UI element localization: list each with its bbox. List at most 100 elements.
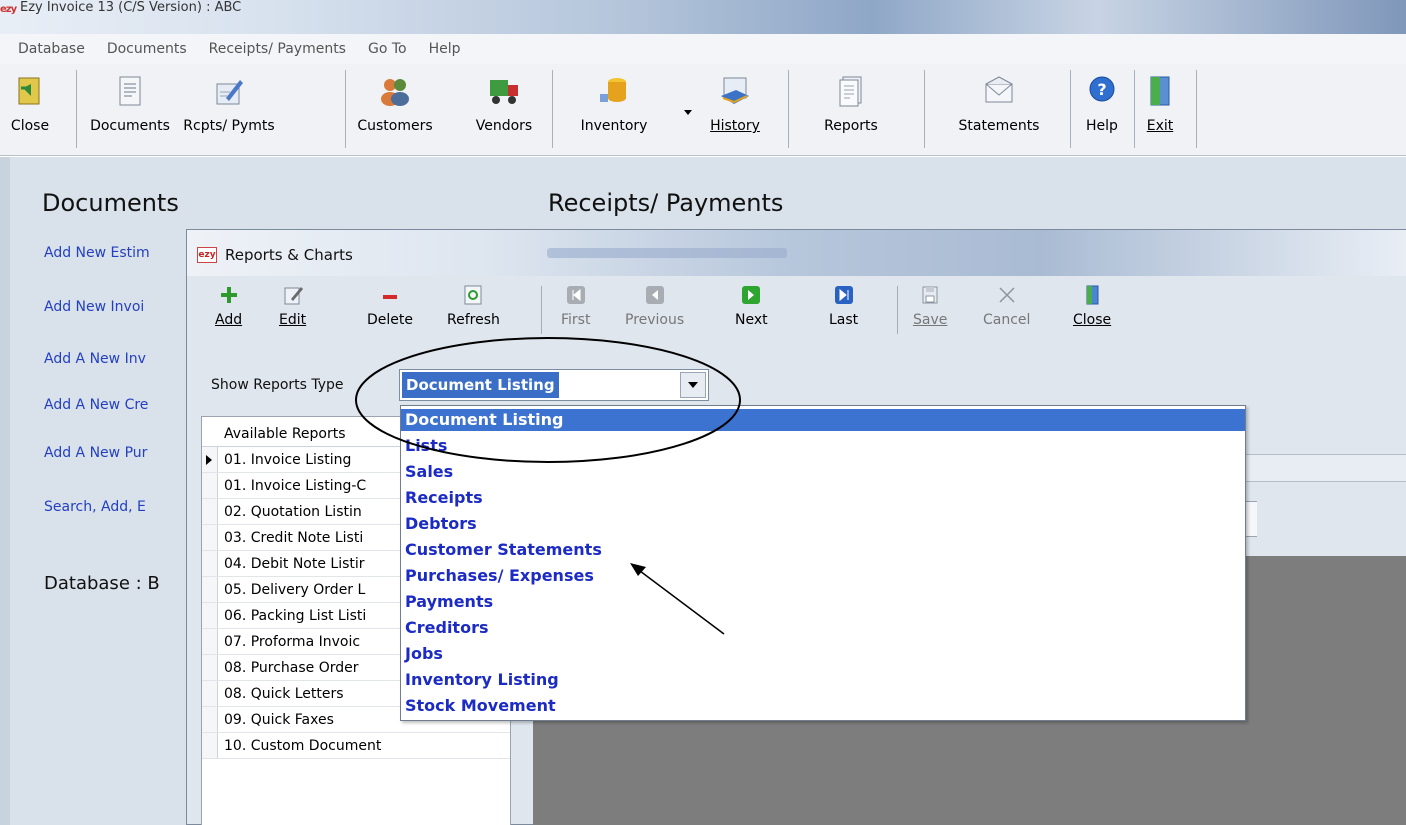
dialog-title: Reports & Charts bbox=[225, 246, 353, 264]
show-reports-type-label: Show Reports Type bbox=[211, 377, 344, 393]
first-button[interactable]: First bbox=[561, 284, 590, 328]
dialog-titlebar: ezy Reports & Charts bbox=[187, 230, 1406, 276]
menu-go-to[interactable]: Go To bbox=[368, 41, 407, 57]
toolbar-separator bbox=[1196, 70, 1197, 148]
previous-record-icon bbox=[645, 286, 664, 304]
menu-receipts-payments[interactable]: Receipts/ Payments bbox=[209, 41, 346, 57]
dialog-toolbar-separator bbox=[897, 286, 898, 334]
plus-icon bbox=[220, 287, 237, 303]
add-button[interactable]: Add bbox=[215, 284, 242, 328]
option-payments[interactable]: Payments bbox=[405, 591, 493, 613]
delete-button[interactable]: Delete bbox=[367, 284, 413, 328]
dialog-close-button[interactable]: Close bbox=[1073, 284, 1111, 328]
database-label: Database : B bbox=[44, 573, 160, 594]
option-document-listing[interactable]: Document Listing bbox=[401, 409, 1245, 431]
cancel-button[interactable]: Cancel bbox=[983, 284, 1030, 328]
dialog-title-blur bbox=[547, 248, 787, 258]
search-add-edit-link[interactable]: Search, Add, E bbox=[44, 499, 146, 515]
option-sales[interactable]: Sales bbox=[405, 461, 453, 483]
toolbar-separator bbox=[788, 70, 789, 148]
option-customer-statements[interactable]: Customer Statements bbox=[405, 539, 602, 561]
reports-type-combobox[interactable]: Document Listing bbox=[399, 369, 709, 401]
dialog-toolbar-separator bbox=[541, 286, 542, 334]
inventory-button[interactable]: Inventory bbox=[566, 64, 662, 154]
add-new-inventory-link[interactable]: Add A New Inv bbox=[44, 351, 146, 367]
next-button[interactable]: Next bbox=[735, 284, 768, 328]
pen-paper-icon bbox=[216, 80, 243, 105]
close-door-icon bbox=[1086, 285, 1099, 305]
current-row-pointer-icon bbox=[206, 455, 212, 465]
reports-button[interactable]: Reports bbox=[810, 64, 892, 154]
cancel-x-icon bbox=[999, 287, 1015, 303]
add-new-invoice-link[interactable]: Add New Invoi bbox=[44, 299, 144, 315]
history-book-icon bbox=[721, 77, 749, 104]
option-debtors[interactable]: Debtors bbox=[405, 513, 477, 535]
toolbar-separator bbox=[552, 70, 553, 148]
save-button[interactable]: Save bbox=[913, 284, 947, 328]
reports-type-value: Document Listing bbox=[402, 372, 559, 398]
documents-button[interactable]: Documents bbox=[88, 64, 172, 154]
receipts-payments-button[interactable]: Rcpts/ Pymts bbox=[180, 64, 278, 154]
reports-type-dropdown-list: Document Listing Lists Sales Receipts De… bbox=[400, 405, 1246, 721]
add-new-purchase-link[interactable]: Add A New Pur bbox=[44, 445, 147, 461]
inventory-stack-icon bbox=[600, 78, 626, 102]
option-stock-movement[interactable]: Stock Movement bbox=[405, 695, 556, 717]
help-button[interactable]: ? Help bbox=[1076, 64, 1128, 154]
dialog-toolbar: Add Edit Delete Refresh First Previous N… bbox=[197, 280, 1397, 346]
next-record-icon bbox=[742, 286, 761, 304]
previous-button[interactable]: Previous bbox=[625, 284, 684, 328]
document-icon bbox=[119, 76, 141, 106]
refresh-button[interactable]: Refresh bbox=[447, 284, 500, 328]
option-inventory-listing[interactable]: Inventory Listing bbox=[405, 669, 559, 691]
toolbar-separator bbox=[76, 70, 77, 148]
exit-door-icon bbox=[1150, 76, 1170, 106]
add-new-credit-link[interactable]: Add A New Cre bbox=[44, 397, 148, 413]
save-disk-icon bbox=[922, 286, 938, 304]
last-record-icon bbox=[834, 286, 853, 304]
documents-heading: Documents bbox=[42, 189, 179, 217]
option-jobs[interactable]: Jobs bbox=[405, 643, 443, 665]
toolbar-separator bbox=[924, 70, 925, 148]
last-button[interactable]: Last bbox=[829, 284, 858, 328]
menu-database[interactable]: Database bbox=[18, 41, 85, 57]
first-record-icon bbox=[566, 286, 585, 304]
menu-documents[interactable]: Documents bbox=[107, 41, 187, 57]
history-button[interactable]: History bbox=[700, 64, 770, 154]
envelope-icon bbox=[985, 76, 1013, 103]
svg-text:?: ? bbox=[1097, 80, 1106, 99]
window-title: Ezy Invoice 13 (C/S Version) : ABC bbox=[20, 0, 242, 15]
option-purchases-expenses[interactable]: Purchases/ Expenses bbox=[405, 565, 594, 587]
option-receipts[interactable]: Receipts bbox=[405, 487, 483, 509]
add-new-estimate-link[interactable]: Add New Estim bbox=[44, 245, 150, 261]
app-logo-icon: ezy bbox=[0, 4, 17, 15]
close-button[interactable]: Close bbox=[2, 64, 58, 154]
dialog-app-icon: ezy bbox=[197, 247, 217, 263]
customers-icon bbox=[381, 79, 409, 106]
chevron-down-icon bbox=[688, 382, 698, 388]
window-titlebar: ezy Ezy Invoice 13 (C/S Version) : ABC bbox=[0, 0, 1406, 34]
toolbar-separator bbox=[1070, 70, 1071, 148]
close-door-icon bbox=[18, 77, 40, 105]
toolbar-separator bbox=[345, 70, 346, 148]
exit-button[interactable]: Exit bbox=[1138, 64, 1182, 154]
menu-help[interactable]: Help bbox=[429, 41, 461, 57]
toolbar-separator bbox=[1134, 70, 1135, 148]
combo-dropdown-button[interactable] bbox=[680, 372, 706, 398]
statements-button[interactable]: Statements bbox=[940, 64, 1058, 154]
reports-icon bbox=[839, 76, 862, 107]
vendors-button[interactable]: Vendors bbox=[462, 64, 546, 154]
option-creditors[interactable]: Creditors bbox=[405, 617, 488, 639]
receipts-payments-heading: Receipts/ Payments bbox=[548, 189, 784, 217]
inventory-dropdown-arrow-icon[interactable] bbox=[684, 110, 692, 115]
truck-icon bbox=[490, 80, 518, 104]
customers-button[interactable]: Customers bbox=[352, 64, 438, 154]
main-toolbar: Close Documents Rcpts/ Pymts Customers V… bbox=[0, 64, 1406, 156]
refresh-icon bbox=[464, 285, 482, 305]
minus-icon bbox=[383, 295, 397, 299]
edit-button[interactable]: Edit bbox=[279, 284, 306, 328]
help-question-icon: ? bbox=[1089, 76, 1115, 102]
edit-pencil-icon bbox=[284, 287, 303, 305]
menu-bar: Database Documents Receipts/ Payments Go… bbox=[0, 34, 1406, 64]
table-row[interactable]: 10. Custom Document bbox=[202, 733, 510, 759]
option-lists[interactable]: Lists bbox=[405, 435, 447, 457]
